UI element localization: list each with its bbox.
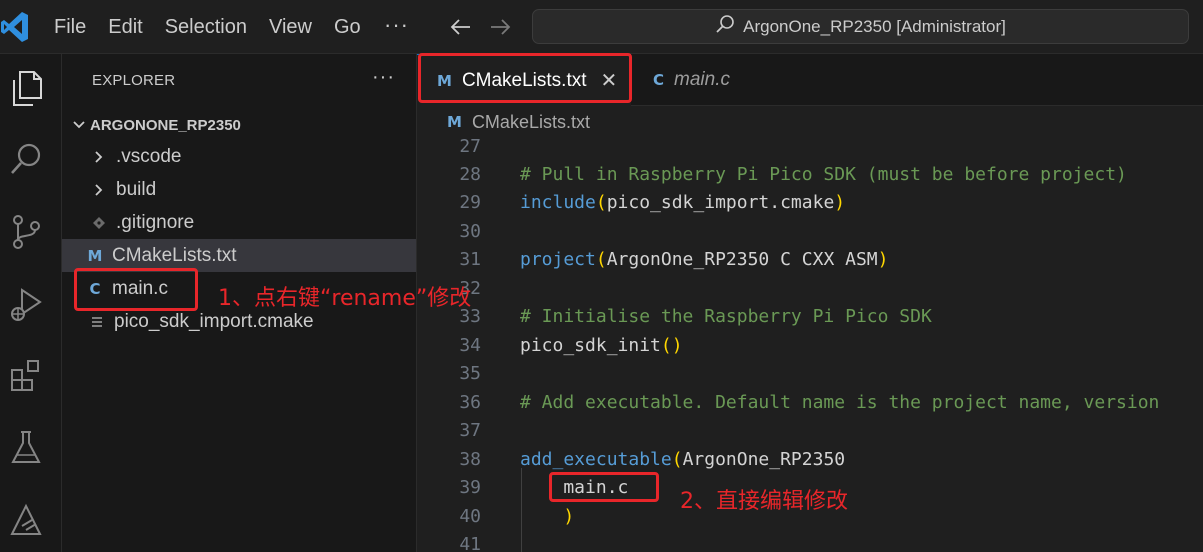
annotation-step-2: 2、直接编辑修改 xyxy=(680,489,848,514)
annotation-step-1: 1、点右键“rename”修改 xyxy=(218,286,472,311)
root-folder-label: ARGONONE_RP2350 xyxy=(90,116,241,134)
line-number: 29 xyxy=(459,191,481,213)
menu-view[interactable]: View xyxy=(258,16,323,39)
tree-item-label: .vscode xyxy=(116,145,182,167)
command-center-search[interactable]: ArgonOne_RP2350 [Administrator] xyxy=(532,9,1189,44)
code-line: 29 include(pico_sdk_import.cmake) xyxy=(417,188,1203,216)
code-args: ArgonOne_RP2350 xyxy=(682,448,846,470)
code-function: pico_sdk_init xyxy=(520,334,661,356)
breadcrumb: M CMakeLists.txt xyxy=(417,106,1203,138)
code-line: 37 xyxy=(417,416,1203,444)
cmake-file-icon: M xyxy=(87,246,103,265)
menu-go[interactable]: Go xyxy=(323,16,372,39)
tab-main-c[interactable]: C main.c xyxy=(653,54,730,106)
code-line: 36 # Add executable. Default name is the… xyxy=(417,388,1203,416)
menu-bar: File Edit Selection View Go xyxy=(43,14,372,40)
code-line: 35 xyxy=(417,359,1203,387)
code-line: 30 xyxy=(417,217,1203,245)
line-number: 41 xyxy=(459,533,481,552)
chevron-right-icon xyxy=(88,146,110,168)
more-menu-button[interactable]: ··· xyxy=(384,12,409,38)
code-line: 32 xyxy=(417,274,1203,302)
breadcrumb-item[interactable]: CMakeLists.txt xyxy=(472,112,590,133)
code-line: 41 xyxy=(417,530,1203,552)
tree-item-label: main.c xyxy=(112,277,168,299)
activity-bar xyxy=(0,54,62,552)
code-text: ) xyxy=(520,505,575,527)
menu-edit[interactable]: Edit xyxy=(97,16,153,39)
tree-item-cmakelists[interactable]: M CMakeLists.txt xyxy=(62,239,416,272)
tree-item-label: build xyxy=(116,178,157,200)
code-comment: # Pull in Raspberry Pi Pico SDK (must be… xyxy=(520,163,1127,185)
code-line: 27 xyxy=(417,138,1203,160)
code-args: ArgonOne_RP2350 C CXX ASM xyxy=(606,248,878,270)
code-line: 33 # Initialise the Raspberry Pi Pico SD… xyxy=(417,302,1203,330)
tree-item-vscode[interactable]: .vscode xyxy=(62,140,416,173)
cmake-file-icon: M xyxy=(447,113,462,131)
forward-arrow-icon[interactable] xyxy=(488,14,512,40)
line-number: 28 xyxy=(459,163,481,185)
search-icon[interactable] xyxy=(6,140,46,180)
tree-item-build[interactable]: build xyxy=(62,173,416,206)
tree-item-label: CMakeLists.txt xyxy=(112,244,237,266)
line-number: 31 xyxy=(459,248,481,270)
code-function: project xyxy=(520,248,596,270)
editor-tabs: M CMakeLists.txt ✕ C main.c xyxy=(417,54,1203,106)
code-line: 31 project(ArgonOne_RP2350 C CXX ASM) xyxy=(417,245,1203,273)
cmake-file-icon: M xyxy=(437,71,452,90)
code-function: include xyxy=(520,191,596,213)
back-arrow-icon[interactable] xyxy=(449,14,473,40)
sidebar-more-button[interactable]: ··· xyxy=(372,66,395,89)
line-number: 36 xyxy=(459,391,481,413)
line-number: 27 xyxy=(459,138,481,157)
line-number: 40 xyxy=(459,505,481,527)
c-file-icon: C xyxy=(89,279,101,298)
code-statement: add_executable(ArgonOne_RP2350 xyxy=(520,448,846,470)
search-icon xyxy=(715,14,737,39)
tree-item-gitignore[interactable]: .gitignore xyxy=(62,206,416,239)
title-bar: File Edit Selection View Go ··· ArgonOne… xyxy=(0,0,1203,54)
menu-file[interactable]: File xyxy=(43,16,97,39)
extensions-icon[interactable] xyxy=(6,356,46,396)
explorer-files-icon[interactable] xyxy=(6,68,46,108)
line-number: 38 xyxy=(459,448,481,470)
git-icon xyxy=(88,212,110,234)
tab-label: main.c xyxy=(674,69,730,90)
c-file-icon: C xyxy=(653,71,665,89)
source-control-icon[interactable] xyxy=(6,212,46,252)
list-file-icon xyxy=(86,311,108,333)
vscode-logo-icon xyxy=(0,8,30,46)
chevron-down-icon xyxy=(68,118,90,133)
code-comment: # Add executable. Default name is the pr… xyxy=(520,391,1160,413)
code-function: add_executable xyxy=(520,448,672,470)
code-statement: pico_sdk_init() xyxy=(520,334,683,356)
sidebar-title: EXPLORER xyxy=(92,72,176,89)
tab-cmakelists[interactable]: M CMakeLists.txt ✕ xyxy=(417,54,631,106)
code-comment: # Initialise the Raspberry Pi Pico SDK xyxy=(520,305,932,327)
code-statement: include(pico_sdk_import.cmake) xyxy=(520,191,846,213)
code-line: 38 add_executable(ArgonOne_RP2350 xyxy=(417,445,1203,473)
line-number: 35 xyxy=(459,362,481,384)
menu-selection[interactable]: Selection xyxy=(154,16,258,39)
code-line: 34 pico_sdk_init() xyxy=(417,331,1203,359)
tree-item-label: pico_sdk_import.cmake xyxy=(114,310,314,332)
code-line: 28 # Pull in Raspberry Pi Pico SDK (must… xyxy=(417,160,1203,188)
line-number: 37 xyxy=(459,419,481,441)
tree-root-folder[interactable]: ARGONONE_RP2350 xyxy=(68,112,241,138)
testing-flask-icon[interactable] xyxy=(6,428,46,468)
line-number: 39 xyxy=(459,476,481,498)
line-number: 30 xyxy=(459,220,481,242)
line-number: 34 xyxy=(459,334,481,356)
code-args: pico_sdk_import.cmake xyxy=(606,191,835,213)
remote-tools-icon[interactable] xyxy=(6,500,46,540)
code-text: main.c xyxy=(520,476,629,498)
chevron-right-icon xyxy=(88,179,110,201)
window-title: ArgonOne_RP2350 [Administrator] xyxy=(743,16,1006,36)
close-icon[interactable]: ✕ xyxy=(601,68,618,93)
run-debug-icon[interactable] xyxy=(6,284,46,324)
tab-label: CMakeLists.txt xyxy=(461,69,587,91)
tree-item-label: .gitignore xyxy=(116,211,195,233)
code-statement: project(ArgonOne_RP2350 C CXX ASM) xyxy=(520,248,889,270)
